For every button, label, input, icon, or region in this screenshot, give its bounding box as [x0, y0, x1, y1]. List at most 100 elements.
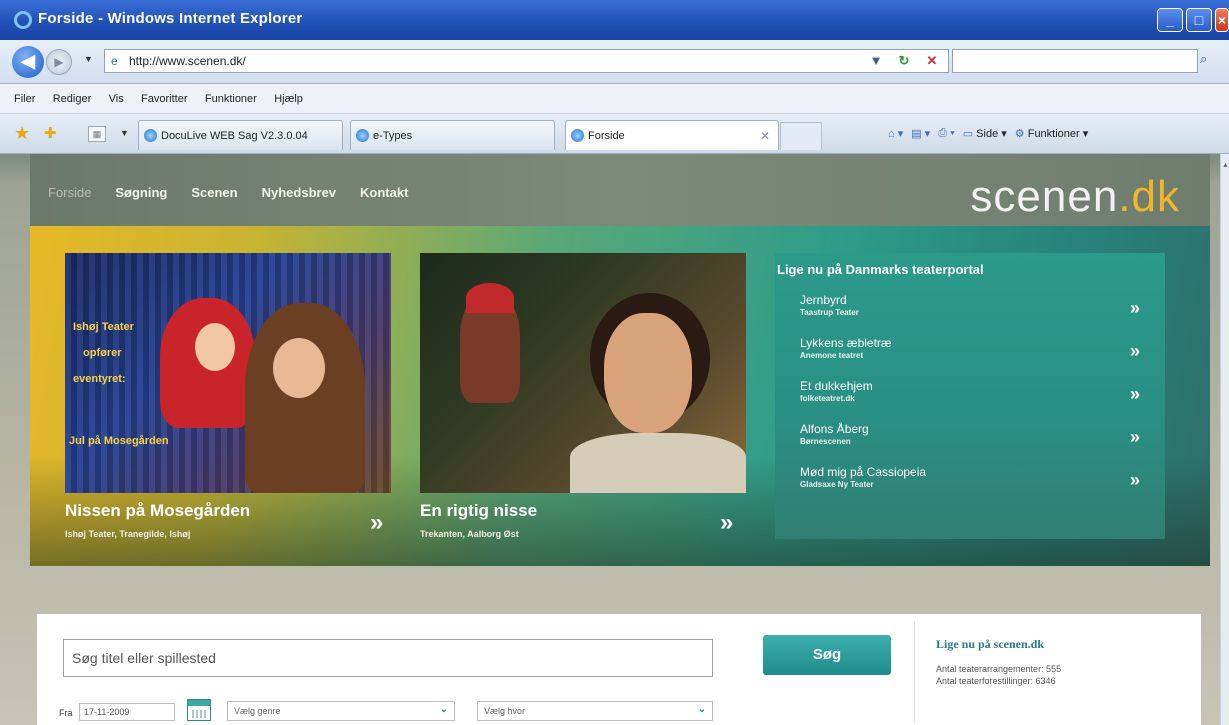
- tab-forside[interactable]: Forside ✕: [565, 120, 779, 150]
- nav-forside[interactable]: Forside: [48, 185, 91, 200]
- tools-gear-icon: ⚙: [1014, 128, 1025, 140]
- nav-kontakt[interactable]: Kontakt: [360, 185, 408, 200]
- now-item[interactable]: Jernbyrd Taastrup Teater »: [800, 293, 1140, 333]
- scroll-up-icon[interactable]: ▲: [1222, 162, 1229, 169]
- search-icon[interactable]: ⌕: [1200, 51, 1207, 67]
- add-favorite-icon[interactable]: ✚: [44, 124, 57, 142]
- favorites-star-icon[interactable]: ★: [14, 123, 30, 144]
- now-item-title: Mød mig på Cassiopeia: [800, 465, 927, 479]
- search-area: Søg titel eller spillested Søg Fra 17-11…: [37, 614, 1201, 725]
- address-dropdown-icon[interactable]: ▼: [866, 52, 886, 70]
- from-date-input[interactable]: 17-11-2009: [79, 703, 175, 721]
- puppet-hat: [466, 283, 514, 313]
- now-item-venue: Anemone teatret: [800, 351, 864, 360]
- web-page: Forside Søgning Scenen Nyhedsbrev Kontak…: [0, 154, 1220, 725]
- new-tab-button[interactable]: [780, 122, 822, 150]
- menu-tools[interactable]: Funktioner: [205, 93, 257, 105]
- page-icon: ▭: [962, 128, 974, 140]
- window-controls: _ □ ×: [1157, 8, 1229, 32]
- image-caption-line: opfører: [83, 347, 122, 359]
- now-item-arrow-icon[interactable]: »: [1130, 341, 1140, 362]
- tab-ie-icon: [356, 129, 369, 142]
- forward-button[interactable]: ▶: [46, 49, 72, 75]
- feature-image-en-rigtig-nisse[interactable]: [420, 253, 746, 493]
- from-date-label: Fra: [59, 708, 73, 718]
- calendar-icon[interactable]: [187, 699, 211, 721]
- feature-arrow-icon[interactable]: »: [370, 509, 383, 537]
- feature-image-nissen[interactable]: Ishøj Teater opfører eventyret: Jul på M…: [65, 253, 391, 493]
- actress-face: [604, 313, 692, 433]
- feeds-icon[interactable]: ▤ ▾: [911, 127, 930, 140]
- menu-bar: Filer Rediger Vis Favoritter Funktioner …: [0, 84, 1229, 114]
- close-tab-icon[interactable]: ✕: [760, 129, 770, 143]
- tab-e-types[interactable]: e-Types: [350, 120, 555, 150]
- feature-title[interactable]: Nissen på Mosegården: [65, 501, 250, 521]
- nav-sogning[interactable]: Søgning: [115, 185, 167, 200]
- address-field[interactable]: e http://www.scenen.dk/: [104, 49, 949, 73]
- now-item-arrow-icon[interactable]: »: [1130, 384, 1140, 405]
- tab-label: DocuLive WEB Sag V2.3.0.04: [161, 130, 308, 142]
- history-dropdown-icon[interactable]: ▼: [84, 54, 93, 64]
- back-button[interactable]: ◀: [12, 46, 44, 78]
- now-item-arrow-icon[interactable]: »: [1130, 298, 1140, 319]
- quick-tabs-icon[interactable]: ▦: [88, 126, 106, 142]
- site-logo[interactable]: scenen.dk: [970, 172, 1180, 222]
- now-item-arrow-icon[interactable]: »: [1130, 427, 1140, 448]
- stats-shows: Antal teaterforestillinger: 6346: [936, 676, 1056, 686]
- hero-section: Ishøj Teater opfører eventyret: Jul på M…: [30, 226, 1210, 566]
- menu-help[interactable]: Hjælp: [274, 93, 303, 105]
- menu-file[interactable]: Filer: [14, 93, 35, 105]
- window-title: Forside - Windows Internet Explorer: [38, 10, 303, 27]
- menu-favorites[interactable]: Favoritter: [141, 93, 187, 105]
- search-button[interactable]: Søg: [763, 635, 891, 675]
- tab-doculive[interactable]: DocuLive WEB Sag V2.3.0.04: [138, 120, 343, 150]
- window-titlebar: Forside - Windows Internet Explorer _ □ …: [0, 0, 1229, 40]
- home-icon[interactable]: ⌂ ▾: [888, 127, 903, 140]
- now-item[interactable]: Lykkens æbletræ Anemone teatret »: [800, 336, 1140, 376]
- page-icon: e: [111, 54, 118, 68]
- tab-label: e-Types: [373, 130, 413, 142]
- internet-explorer-icon: [14, 11, 32, 29]
- minimize-button[interactable]: _: [1157, 8, 1183, 32]
- print-icon[interactable]: ⎙ ▾: [938, 127, 954, 140]
- browser-search-input[interactable]: [952, 49, 1198, 73]
- command-bar: ⌂ ▾ ▤ ▾ ⎙ ▾ ▭ Side ▾ ⚙ Funktioner ▾: [888, 127, 1088, 140]
- now-item-title: Jernbyrd: [800, 293, 847, 307]
- now-item[interactable]: Et dukkehjem folketeatret.dk »: [800, 379, 1140, 419]
- nav-nyhedsbrev[interactable]: Nyhedsbrev: [262, 185, 336, 200]
- now-item-title: Et dukkehjem: [800, 379, 873, 393]
- now-item-arrow-icon[interactable]: »: [1130, 470, 1140, 491]
- vertical-scrollbar[interactable]: ▲: [1220, 154, 1229, 725]
- genre-select[interactable]: Vælg genre ⌄: [227, 701, 455, 721]
- nav-scenen[interactable]: Scenen: [191, 185, 237, 200]
- location-select[interactable]: Vælg hvor ⌄: [477, 701, 713, 721]
- search-input[interactable]: Søg titel eller spillested: [63, 639, 713, 677]
- stats-events: Antal teaterarrangementer: 555: [936, 664, 1062, 674]
- stop-icon[interactable]: ✕: [922, 52, 942, 70]
- close-button[interactable]: ×: [1215, 8, 1229, 32]
- now-item[interactable]: Alfons Åberg Børnescenen »: [800, 422, 1140, 462]
- feature-title[interactable]: En rigtig nisse: [420, 501, 537, 521]
- feature-subtitle: Ishøj Teater, Tranegilde, Ishøj: [65, 529, 191, 539]
- image-caption-line: Jul på Mosegården: [69, 435, 169, 447]
- chevron-down-icon: ⌄: [697, 704, 706, 715]
- menu-edit[interactable]: Rediger: [53, 93, 92, 105]
- image-caption-line: Ishøj Teater: [73, 321, 134, 333]
- feature-arrow-icon[interactable]: »: [720, 509, 733, 537]
- tools-menu[interactable]: ⚙ Funktioner ▾: [1015, 127, 1089, 140]
- now-item-venue: Børnescenen: [800, 437, 851, 446]
- menu-view[interactable]: Vis: [109, 93, 124, 105]
- genre-select-value: Vælg genre: [234, 706, 281, 716]
- refresh-icon[interactable]: ↻: [894, 52, 914, 70]
- tab-list-dropdown-icon[interactable]: ▼: [120, 128, 129, 138]
- image-caption-line: eventyret:: [73, 373, 126, 385]
- logo-dot-dk: .dk: [1118, 172, 1180, 221]
- now-playing-panel: Lige nu på Danmarks teaterportal Jernbyr…: [775, 253, 1165, 539]
- address-toolbar: ◀ ▶ ▼ e http://www.scenen.dk/ ▼ ↻ ✕ ⌕: [0, 40, 1229, 84]
- page-menu[interactable]: ▭ Side ▾: [963, 127, 1007, 140]
- site-nav: Forside Søgning Scenen Nyhedsbrev Kontak…: [48, 185, 408, 200]
- now-item[interactable]: Mød mig på Cassiopeia Gladsaxe Ny Teater…: [800, 465, 1140, 505]
- restore-button[interactable]: □: [1186, 8, 1212, 32]
- feature-subtitle: Trekanten, Aalborg Øst: [420, 529, 519, 539]
- tab-ie-icon: [144, 129, 157, 142]
